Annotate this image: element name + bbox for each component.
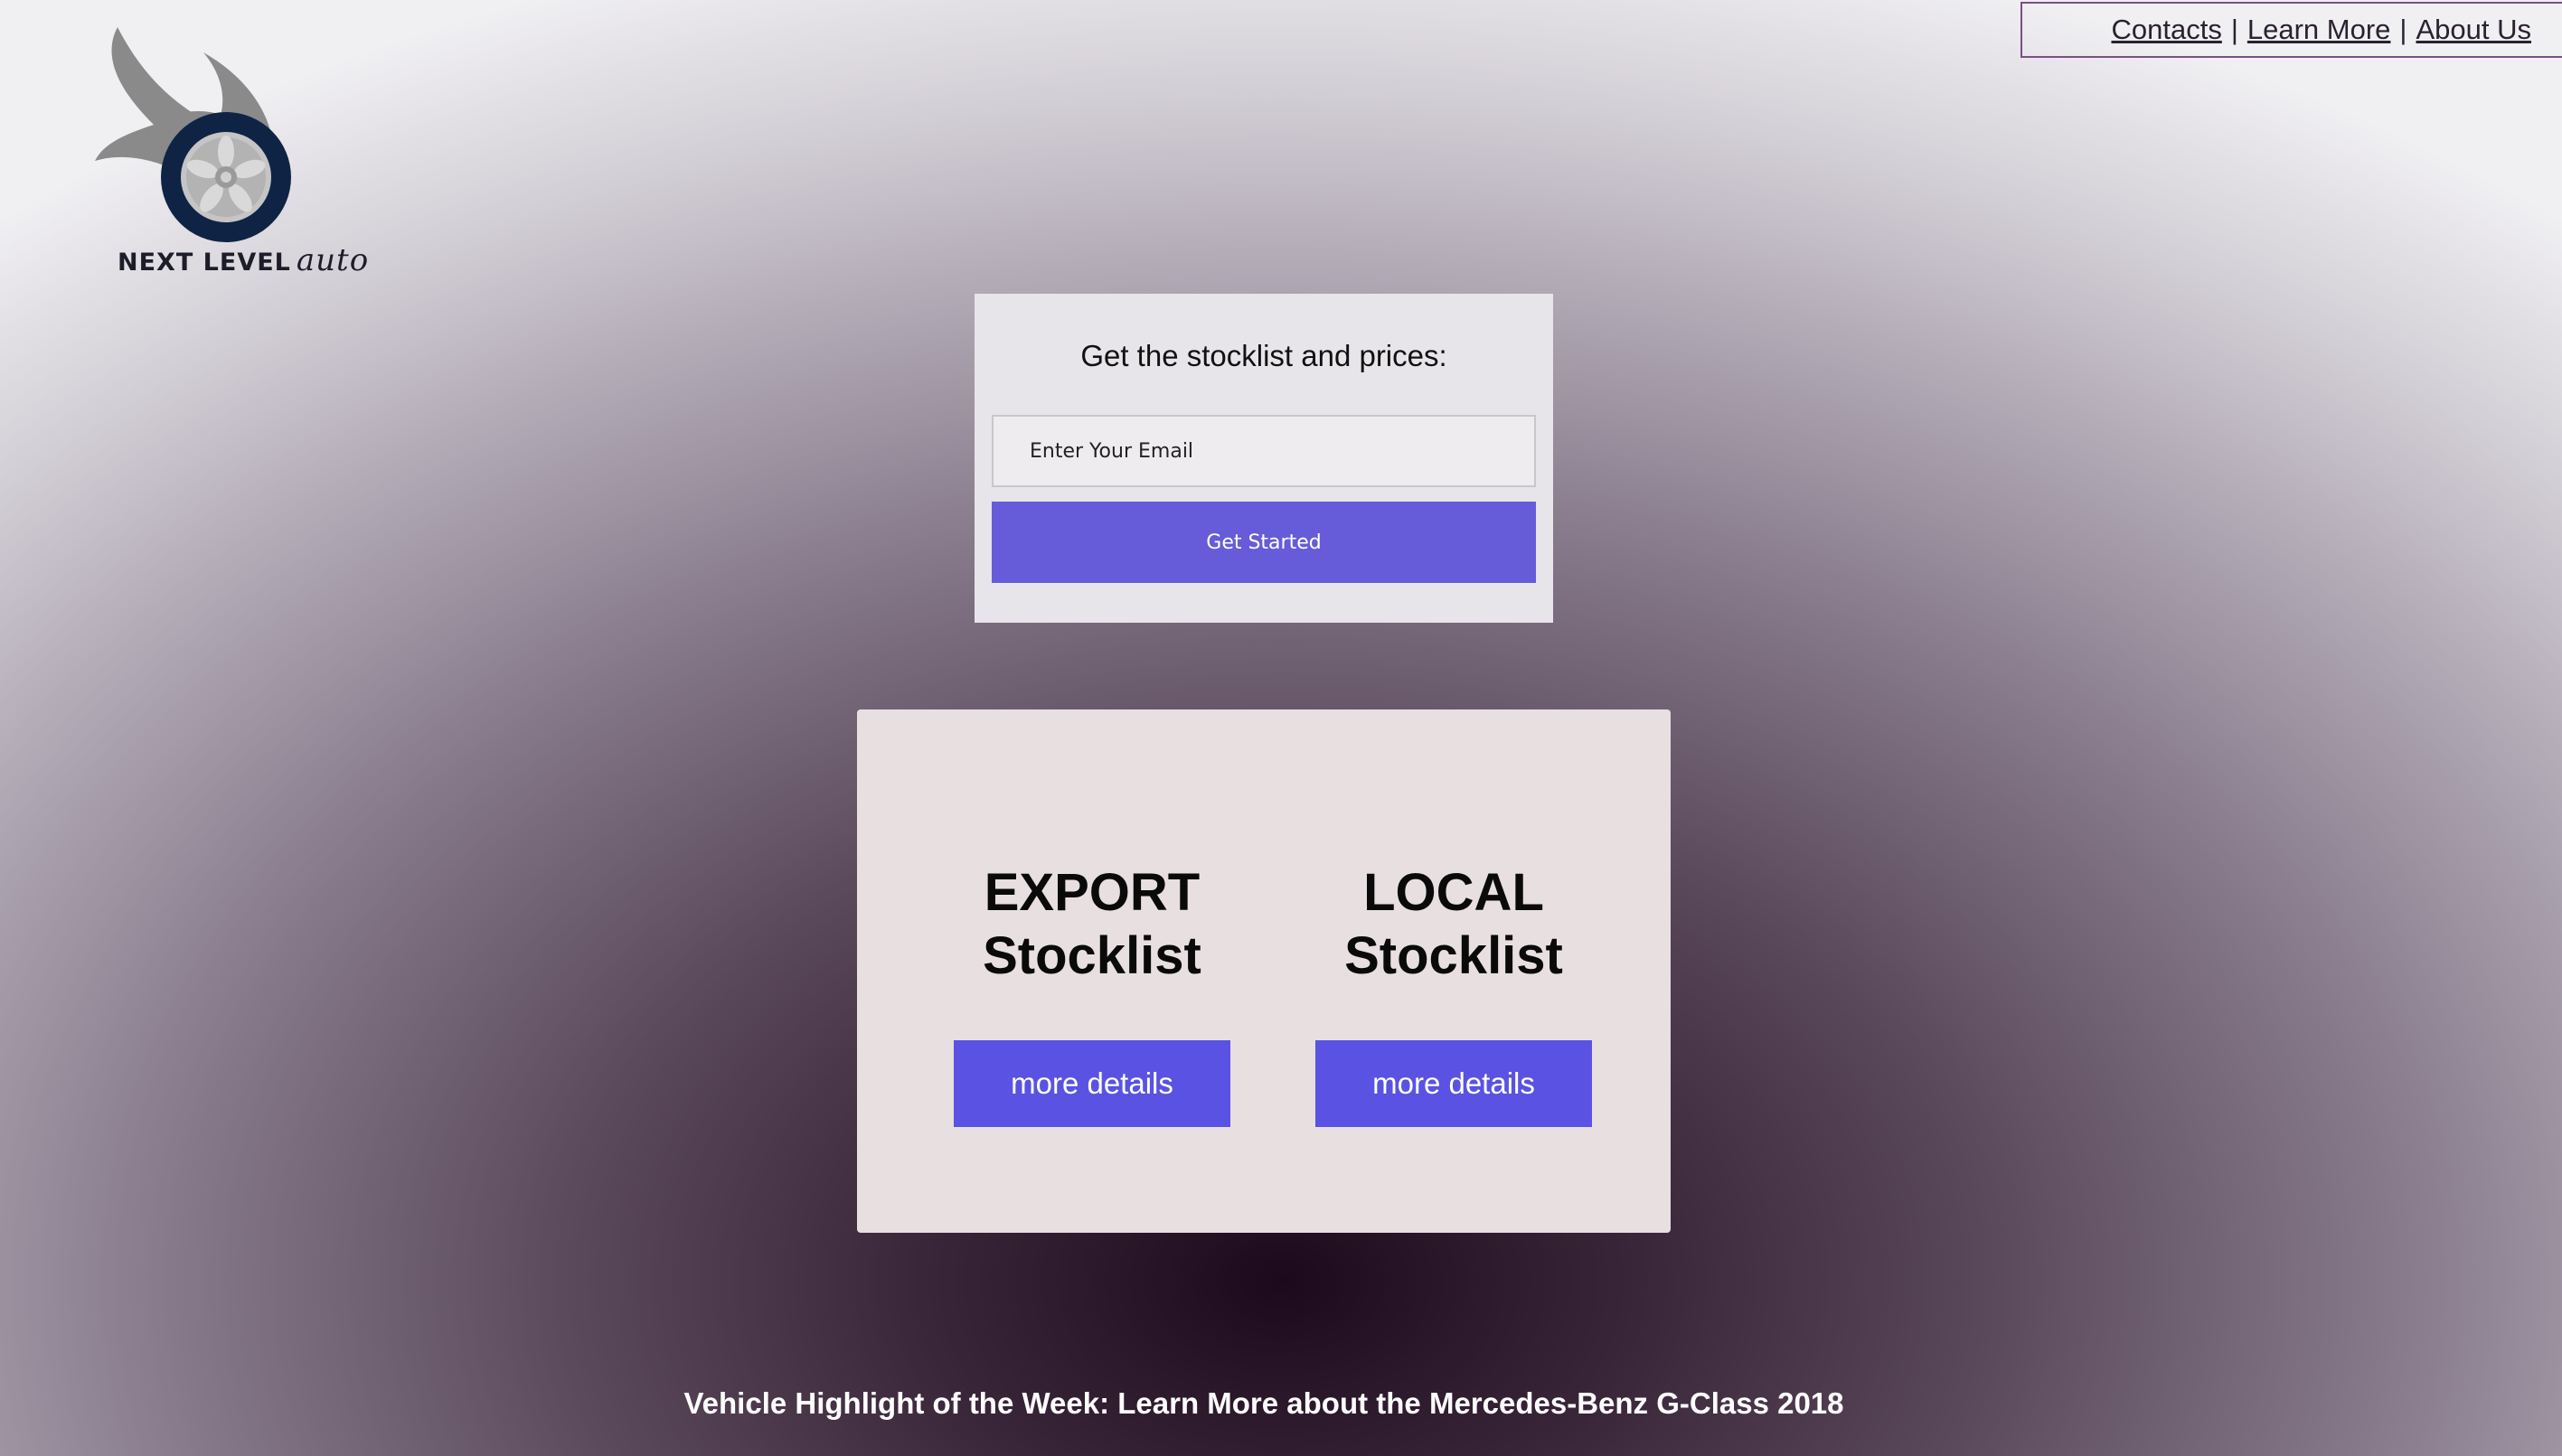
nav-separator: | <box>2399 14 2407 45</box>
vehicle-highlight-text[interactable]: Vehicle Highlight of the Week: Learn Mor… <box>0 1386 2528 1421</box>
local-stocklist: LOCAL Stocklist more details <box>1314 861 1594 1127</box>
email-field[interactable] <box>992 415 1536 487</box>
flaming-wheel-logo-icon[interactable] <box>90 25 316 278</box>
export-title-line1: EXPORT <box>984 863 1201 922</box>
export-more-details-button[interactable]: more details <box>954 1040 1230 1127</box>
signup-card: Get the stocklist and prices: Get Starte… <box>975 294 1553 623</box>
stocklist-card: EXPORT Stocklist more details LOCAL Stoc… <box>857 709 1671 1233</box>
export-title-line2: Stocklist <box>983 926 1201 985</box>
get-started-button[interactable]: Get Started <box>992 502 1536 583</box>
nav-link-about-us[interactable]: About Us <box>2416 14 2531 46</box>
local-more-details-button[interactable]: more details <box>1315 1040 1592 1127</box>
logo-wordmark: NEXT LEVEL auto <box>118 242 369 278</box>
local-title-line2: Stocklist <box>1344 926 1563 985</box>
signup-title: Get the stocklist and prices: <box>1080 339 1447 372</box>
local-title-line1: LOCAL <box>1363 863 1544 922</box>
local-stocklist-title: LOCAL Stocklist <box>1314 861 1594 988</box>
top-nav: Contacts | Learn More | About Us <box>2020 2 2562 58</box>
export-stocklist-title: EXPORT Stocklist <box>952 861 1232 988</box>
logo-text-main: NEXT LEVEL <box>118 249 291 277</box>
nav-separator: | <box>2230 14 2238 45</box>
nav-link-learn-more[interactable]: Learn More <box>2247 14 2391 46</box>
nav-link-contacts[interactable]: Contacts <box>2111 14 2221 46</box>
export-stocklist: EXPORT Stocklist more details <box>952 861 1232 1127</box>
logo-text-script: auto <box>296 242 370 278</box>
